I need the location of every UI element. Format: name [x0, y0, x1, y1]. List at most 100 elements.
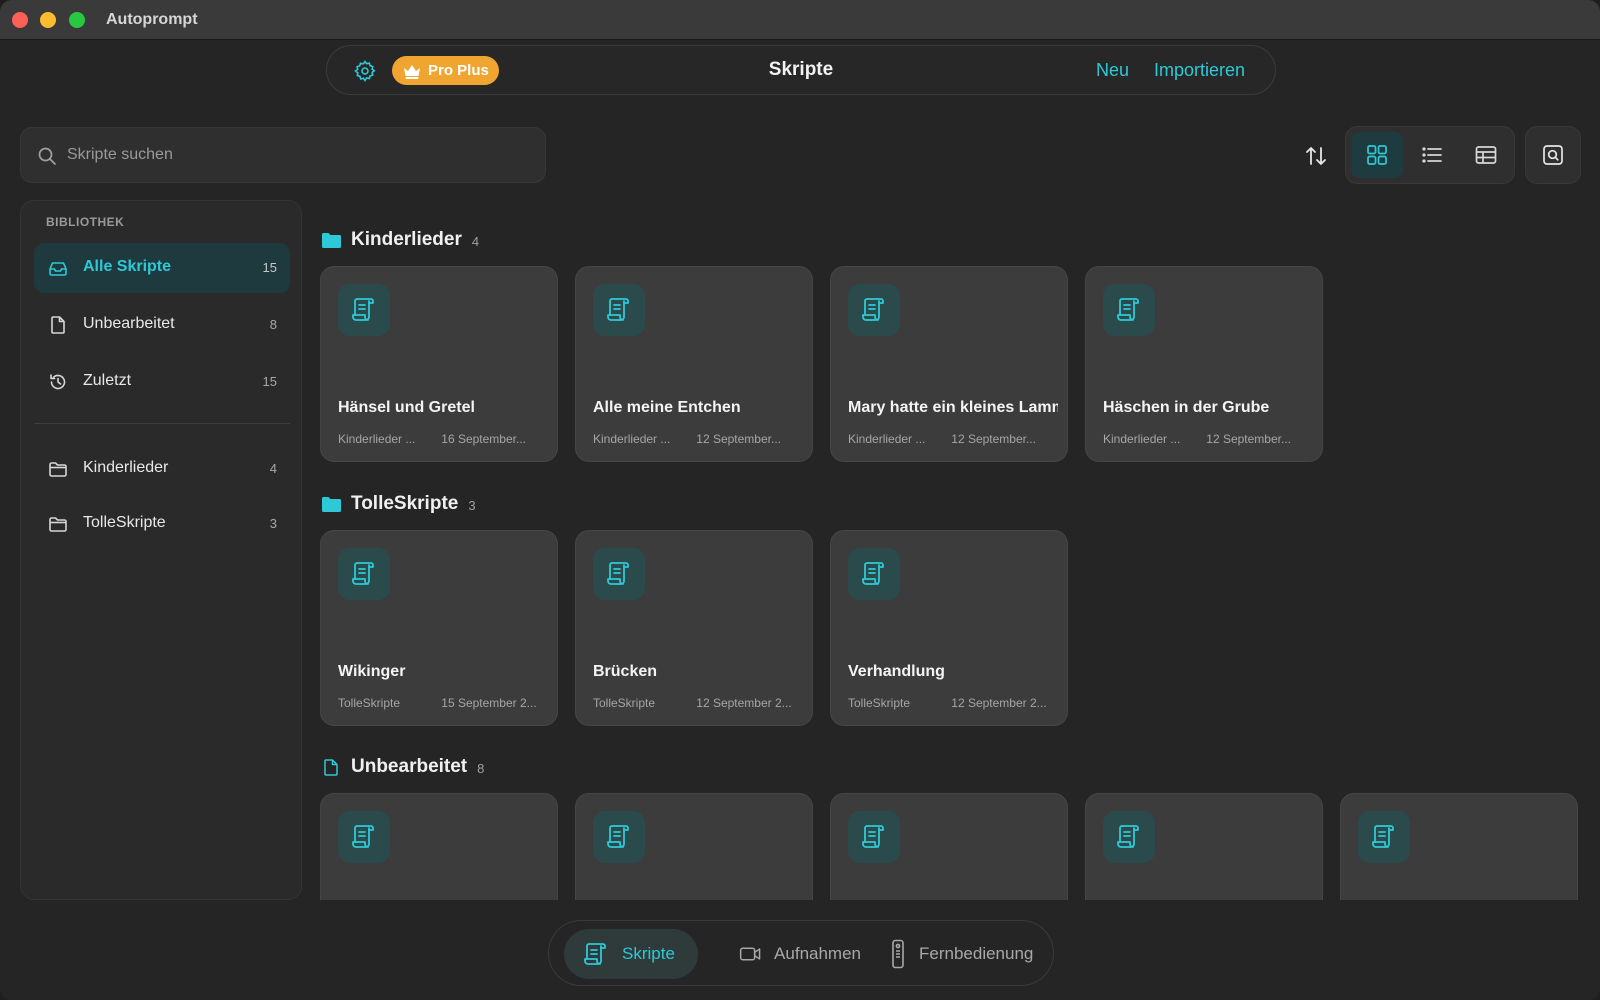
folder-filled-icon: [322, 496, 341, 512]
section-title: Unbearbeitet: [351, 756, 468, 777]
history-icon: [50, 374, 66, 390]
gear-icon[interactable]: [353, 59, 377, 83]
sidebar-item-count: 8: [269, 317, 277, 332]
sidebar-item-recent[interactable]: Zuletzt 15: [34, 357, 290, 407]
grid-view-button[interactable]: [1351, 132, 1403, 178]
sidebar-item-count: 3: [269, 516, 277, 531]
script-icon: [338, 811, 390, 863]
top-toolbar: Pro Plus Skripte Neu Importieren: [326, 45, 1276, 95]
search-box: [20, 127, 546, 183]
card-date: 15 September 2...: [441, 696, 537, 710]
script-card[interactable]: Wikinger TolleSkripte 15 September 2...: [320, 530, 558, 726]
script-card[interactable]: Häschen in der Grube Kinderlieder ... 12 S…: [1085, 266, 1323, 462]
search-square-icon: [1543, 145, 1563, 165]
script-card[interactable]: [320, 793, 558, 900]
script-card[interactable]: Brücken TolleSkripte 12 September 2...: [575, 530, 813, 726]
document-icon: [324, 758, 338, 776]
table-view-button[interactable]: [1460, 132, 1512, 178]
section-count: 4: [471, 233, 480, 249]
bottom-tab-bar: Skripte Aufnahmen Fernbedienung: [548, 920, 1054, 986]
card-folder: TolleSkripte: [338, 696, 401, 710]
card-meta: Kinderlieder ... 16 September...: [338, 432, 548, 446]
script-card[interactable]: Alle meine Entchen Kinderlieder ... 12 Sep…: [575, 266, 813, 462]
sidebar-item-label: TolleSkripte: [83, 514, 166, 531]
tab-fernbedienung[interactable]: Fernbedienung: [889, 929, 1039, 979]
new-button[interactable]: Neu: [1096, 60, 1129, 81]
card-meta: Kinderlieder ... 12 September...: [1103, 432, 1313, 446]
script-icon: [848, 811, 900, 863]
card-folder: Kinderlieder ...: [593, 432, 671, 446]
pro-plus-badge[interactable]: Pro Plus: [392, 56, 499, 85]
script-card[interactable]: Hänsel und Gretel Kinderlieder ... 16 Sept…: [320, 266, 558, 462]
quick-search-button[interactable]: [1525, 126, 1581, 184]
sidebar-item-label: Unbearbeitet: [83, 315, 175, 332]
script-icon: [1103, 811, 1155, 863]
script-icon: [338, 284, 390, 336]
sidebar: BIBLIOTHEK Alle Skripte 15 Unbearbeitet …: [20, 200, 302, 900]
card-date: 12 September...: [951, 432, 1036, 446]
section-title: TolleSkripte: [351, 493, 459, 514]
section-count: 3: [468, 497, 476, 513]
video-camera-icon: [739, 947, 761, 961]
script-icon: [848, 284, 900, 336]
script-icon: [593, 811, 645, 863]
sidebar-item-count: 15: [262, 260, 277, 275]
script-card[interactable]: Mary hatte ein kleines Lamm Kinderlieder …: [830, 266, 1068, 462]
tab-label: Aufnahmen: [774, 944, 861, 963]
view-mode-switcher: [1345, 126, 1515, 184]
script-icon: [1358, 811, 1410, 863]
card-title: Brücken: [593, 663, 658, 680]
inbox-icon: [49, 262, 67, 276]
folder-icon: [49, 462, 67, 477]
card-date: 16 September...: [441, 432, 526, 446]
script-card[interactable]: [830, 793, 1068, 900]
sidebar-item-label: Kinderlieder: [83, 459, 169, 476]
section-count: 8: [477, 760, 485, 776]
section-header: Unbearbeitet 8: [322, 753, 484, 781]
tab-skripte[interactable]: Skripte: [564, 929, 698, 979]
list-view-button[interactable]: [1406, 132, 1458, 178]
card-title: Hänsel und Gretel: [338, 399, 475, 416]
tab-label: Fernbedienung: [919, 944, 1034, 963]
script-icon: [848, 548, 900, 600]
script-icon: [584, 943, 606, 965]
script-card[interactable]: [575, 793, 813, 900]
card-folder: TolleSkripte: [593, 696, 656, 710]
card-folder: Kinderlieder ...: [848, 432, 926, 446]
search-input[interactable]: [67, 128, 527, 182]
sidebar-item-count: 15: [262, 374, 277, 389]
folder-filled-icon: [322, 232, 341, 248]
sidebar-item-all-scripts[interactable]: Alle Skripte 15: [34, 243, 290, 293]
script-icon: [1103, 284, 1155, 336]
minimize-window-button[interactable]: [40, 12, 56, 28]
crown-icon: [404, 64, 420, 79]
card-folder: Kinderlieder ...: [338, 432, 416, 446]
table-icon: [1475, 146, 1497, 164]
card-meta: TolleSkripte 15 September 2...: [338, 696, 548, 710]
tab-aufnahmen[interactable]: Aufnahmen: [721, 929, 861, 979]
section-header: TolleSkripte 3: [322, 490, 476, 518]
script-icon: [593, 284, 645, 336]
script-card[interactable]: [1085, 793, 1323, 900]
script-grid: Kinderlieder 4 Hänsel und Gretel Kinderlied…: [320, 200, 1590, 900]
card-title: Alle meine Entchen: [593, 399, 741, 416]
sidebar-item-count: 4: [269, 461, 277, 476]
remote-icon: [892, 939, 904, 969]
sidebar-heading: BIBLIOTHEK: [46, 215, 125, 229]
tab-label: Skripte: [622, 944, 675, 963]
sidebar-folder-kinderlieder[interactable]: Kinderlieder 4: [34, 444, 290, 494]
title-bar: Autoprompt: [0, 0, 1600, 40]
sidebar-item-unedited[interactable]: Unbearbeitet 8: [34, 300, 290, 350]
list-icon: [1422, 147, 1442, 163]
import-button[interactable]: Importieren: [1154, 60, 1245, 81]
script-card[interactable]: [1340, 793, 1578, 900]
card-title: Häschen in der Grube: [1103, 399, 1270, 416]
zoom-window-button[interactable]: [69, 12, 85, 28]
section-header: Kinderlieder 4: [322, 226, 479, 254]
document-icon: [51, 316, 65, 334]
sidebar-folder-tolleskripte[interactable]: TolleSkripte 3: [34, 499, 290, 549]
close-window-button[interactable]: [12, 12, 28, 28]
sort-icon[interactable]: [1302, 142, 1330, 170]
script-card[interactable]: Verhandlung TolleSkripte 12 September 2...: [830, 530, 1068, 726]
window-title: Autoprompt: [106, 11, 198, 28]
